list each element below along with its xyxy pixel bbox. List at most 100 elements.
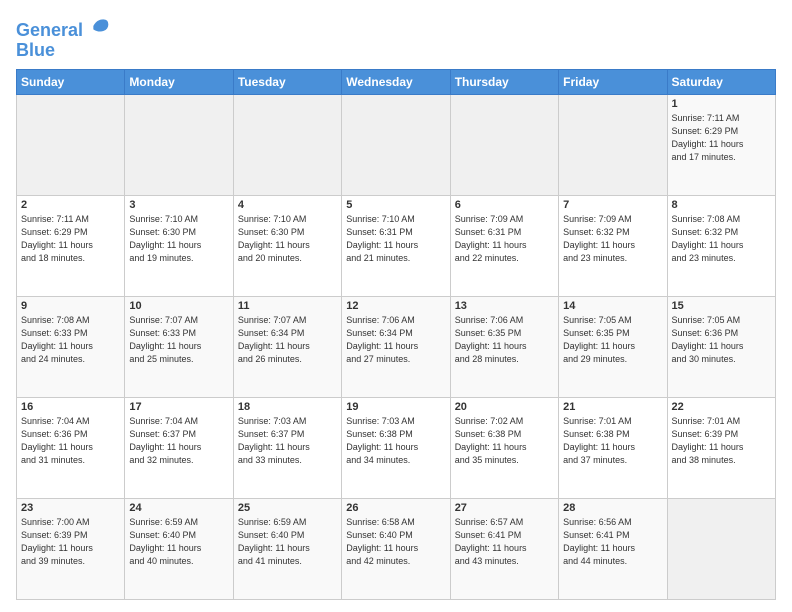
calendar-cell: 24 Sunrise: 6:59 AM Sunset: 6:40 PM Dayli… <box>125 498 233 599</box>
calendar-cell: 4 Sunrise: 7:10 AM Sunset: 6:30 PM Daylig… <box>233 195 341 296</box>
calendar-cell: 8 Sunrise: 7:08 AM Sunset: 6:32 PM Daylig… <box>667 195 775 296</box>
day-number: 7 <box>563 199 662 211</box>
day-number: 12 <box>346 300 445 312</box>
calendar-week-row: 16Sunrise: 7:04 AM Sunset: 6:36 PM Dayli… <box>17 397 776 498</box>
day-number: 6 <box>455 199 554 211</box>
day-info: Sunrise: 7:05 AM Sunset: 6:36 PM Dayligh… <box>672 314 771 366</box>
calendar-cell: 23 Sunrise: 7:00 AM Sunset: 6:39 PM Dayli… <box>17 498 125 599</box>
calendar-week-row: 23 Sunrise: 7:00 AM Sunset: 6:39 PM Dayli… <box>17 498 776 599</box>
day-info: Sunrise: 6:59 AM Sunset: 6:40 PM Dayligh… <box>238 516 337 568</box>
day-info: Sunrise: 7:01 AM Sunset: 6:39 PM Dayligh… <box>672 415 771 467</box>
day-number: 2 <box>21 199 120 211</box>
logo: General Blue <box>16 16 110 61</box>
calendar-day-header: Sunday <box>17 69 125 94</box>
day-info: Sunrise: 7:10 AM Sunset: 6:31 PM Dayligh… <box>346 213 445 265</box>
calendar-cell: 20 Sunrise: 7:02 AM Sunset: 6:38 PM Dayli… <box>450 397 558 498</box>
calendar-cell <box>17 94 125 195</box>
calendar-cell: 10 Sunrise: 7:07 AM Sunset: 6:33 PM Dayli… <box>125 296 233 397</box>
day-number: 27 <box>455 502 554 514</box>
day-info: Sunrise: 7:05 AM Sunset: 6:35 PM Dayligh… <box>563 314 662 366</box>
calendar-cell: 18 Sunrise: 7:03 AM Sunset: 6:37 PM Dayli… <box>233 397 341 498</box>
calendar-cell: 14 Sunrise: 7:05 AM Sunset: 6:35 PM Dayli… <box>559 296 667 397</box>
calendar-day-header: Monday <box>125 69 233 94</box>
day-info: Sunrise: 7:09 AM Sunset: 6:31 PM Dayligh… <box>455 213 554 265</box>
day-info: Sunrise: 7:11 AM Sunset: 6:29 PM Dayligh… <box>672 112 771 164</box>
day-info: Sunrise: 7:11 AM Sunset: 6:29 PM Dayligh… <box>21 213 120 265</box>
day-info: Sunrise: 7:07 AM Sunset: 6:33 PM Dayligh… <box>129 314 228 366</box>
day-number: 13 <box>455 300 554 312</box>
day-number: 19 <box>346 401 445 413</box>
calendar-cell <box>450 94 558 195</box>
calendar-day-header: Wednesday <box>342 69 450 94</box>
calendar-day-header: Saturday <box>667 69 775 94</box>
calendar-cell: 9Sunrise: 7:08 AM Sunset: 6:33 PM Daylig… <box>17 296 125 397</box>
calendar-cell: 13 Sunrise: 7:06 AM Sunset: 6:35 PM Dayli… <box>450 296 558 397</box>
day-info: Sunrise: 7:02 AM Sunset: 6:38 PM Dayligh… <box>455 415 554 467</box>
calendar-cell <box>342 94 450 195</box>
day-number: 10 <box>129 300 228 312</box>
calendar-cell: 1 Sunrise: 7:11 AM Sunset: 6:29 PM Daylig… <box>667 94 775 195</box>
day-number: 26 <box>346 502 445 514</box>
calendar-cell: 2 Sunrise: 7:11 AM Sunset: 6:29 PM Daylig… <box>17 195 125 296</box>
day-number: 1 <box>672 98 771 110</box>
logo-general: General <box>16 20 83 40</box>
day-info: Sunrise: 7:03 AM Sunset: 6:38 PM Dayligh… <box>346 415 445 467</box>
calendar-cell: 6 Sunrise: 7:09 AM Sunset: 6:31 PM Daylig… <box>450 195 558 296</box>
calendar-day-header: Tuesday <box>233 69 341 94</box>
calendar-week-row: 1 Sunrise: 7:11 AM Sunset: 6:29 PM Daylig… <box>17 94 776 195</box>
day-number: 18 <box>238 401 337 413</box>
logo-blue: Blue <box>16 41 110 61</box>
day-info: Sunrise: 7:07 AM Sunset: 6:34 PM Dayligh… <box>238 314 337 366</box>
day-info: Sunrise: 7:10 AM Sunset: 6:30 PM Dayligh… <box>238 213 337 265</box>
day-info: Sunrise: 6:58 AM Sunset: 6:40 PM Dayligh… <box>346 516 445 568</box>
calendar-cell <box>667 498 775 599</box>
calendar-cell: 26 Sunrise: 6:58 AM Sunset: 6:40 PM Dayli… <box>342 498 450 599</box>
logo-icon <box>90 16 110 36</box>
calendar-cell: 22 Sunrise: 7:01 AM Sunset: 6:39 PM Dayli… <box>667 397 775 498</box>
calendar-table: SundayMondayTuesdayWednesdayThursdayFrid… <box>16 69 776 600</box>
calendar-cell: 21 Sunrise: 7:01 AM Sunset: 6:38 PM Dayli… <box>559 397 667 498</box>
calendar-cell <box>233 94 341 195</box>
calendar-cell: 3Sunrise: 7:10 AM Sunset: 6:30 PM Daylig… <box>125 195 233 296</box>
page: General Blue SundayMondayTuesdayWednesda… <box>0 0 792 612</box>
day-info: Sunrise: 7:00 AM Sunset: 6:39 PM Dayligh… <box>21 516 120 568</box>
calendar-day-header: Thursday <box>450 69 558 94</box>
day-number: 14 <box>563 300 662 312</box>
calendar-cell: 7Sunrise: 7:09 AM Sunset: 6:32 PM Daylig… <box>559 195 667 296</box>
calendar-week-row: 2 Sunrise: 7:11 AM Sunset: 6:29 PM Daylig… <box>17 195 776 296</box>
day-number: 25 <box>238 502 337 514</box>
day-number: 23 <box>21 502 120 514</box>
day-info: Sunrise: 7:10 AM Sunset: 6:30 PM Dayligh… <box>129 213 228 265</box>
calendar-cell: 11 Sunrise: 7:07 AM Sunset: 6:34 PM Dayli… <box>233 296 341 397</box>
day-info: Sunrise: 6:56 AM Sunset: 6:41 PM Dayligh… <box>563 516 662 568</box>
day-number: 20 <box>455 401 554 413</box>
day-number: 8 <box>672 199 771 211</box>
calendar-cell: 5 Sunrise: 7:10 AM Sunset: 6:31 PM Daylig… <box>342 195 450 296</box>
day-info: Sunrise: 7:04 AM Sunset: 6:37 PM Dayligh… <box>129 415 228 467</box>
calendar-cell: 25 Sunrise: 6:59 AM Sunset: 6:40 PM Dayli… <box>233 498 341 599</box>
calendar-cell: 28Sunrise: 6:56 AM Sunset: 6:41 PM Dayli… <box>559 498 667 599</box>
calendar-cell <box>559 94 667 195</box>
calendar-cell: 12 Sunrise: 7:06 AM Sunset: 6:34 PM Dayli… <box>342 296 450 397</box>
day-number: 4 <box>238 199 337 211</box>
calendar-cell: 15 Sunrise: 7:05 AM Sunset: 6:36 PM Dayli… <box>667 296 775 397</box>
day-info: Sunrise: 7:06 AM Sunset: 6:35 PM Dayligh… <box>455 314 554 366</box>
day-info: Sunrise: 7:06 AM Sunset: 6:34 PM Dayligh… <box>346 314 445 366</box>
day-info: Sunrise: 7:01 AM Sunset: 6:38 PM Dayligh… <box>563 415 662 467</box>
header: General Blue <box>16 12 776 61</box>
day-info: Sunrise: 7:08 AM Sunset: 6:32 PM Dayligh… <box>672 213 771 265</box>
calendar-cell: 17Sunrise: 7:04 AM Sunset: 6:37 PM Dayli… <box>125 397 233 498</box>
calendar-day-header: Friday <box>559 69 667 94</box>
day-info: Sunrise: 6:59 AM Sunset: 6:40 PM Dayligh… <box>129 516 228 568</box>
day-number: 21 <box>563 401 662 413</box>
day-number: 11 <box>238 300 337 312</box>
day-info: Sunrise: 7:04 AM Sunset: 6:36 PM Dayligh… <box>21 415 120 467</box>
calendar-cell: 27 Sunrise: 6:57 AM Sunset: 6:41 PM Dayli… <box>450 498 558 599</box>
day-info: Sunrise: 6:57 AM Sunset: 6:41 PM Dayligh… <box>455 516 554 568</box>
day-number: 24 <box>129 502 228 514</box>
day-number: 5 <box>346 199 445 211</box>
calendar-cell <box>125 94 233 195</box>
day-info: Sunrise: 7:03 AM Sunset: 6:37 PM Dayligh… <box>238 415 337 467</box>
day-number: 15 <box>672 300 771 312</box>
day-number: 22 <box>672 401 771 413</box>
